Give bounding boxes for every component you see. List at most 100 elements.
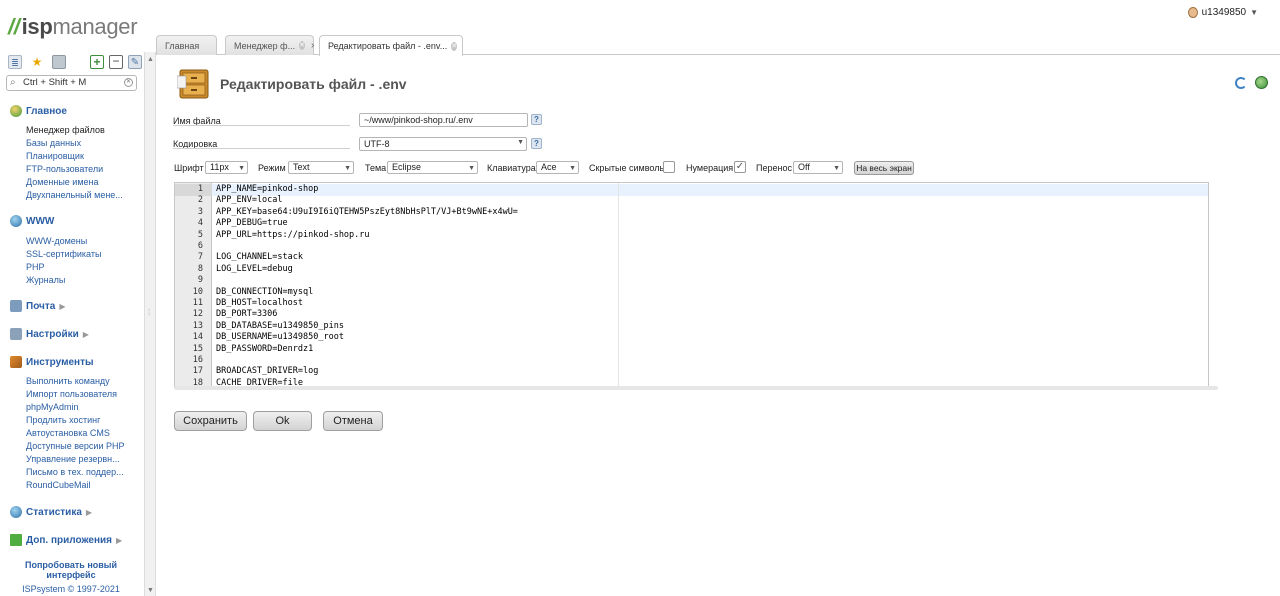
ok-button[interactable]: Ok — [253, 411, 312, 431]
font-label: Шрифт — [174, 163, 204, 173]
code-line[interactable]: APP_DEBUG=true — [216, 218, 288, 228]
code-line[interactable]: LOG_LEVEL=debug — [216, 264, 293, 274]
line-number: 17 — [192, 366, 203, 377]
sidebar-item-php-versions[interactable]: Доступные версии PHP — [26, 441, 125, 451]
username: u1349850 — [1201, 7, 1247, 18]
chevron-right-icon: ▶ — [82, 329, 89, 339]
page-title: Редактировать файл - .env — [220, 76, 407, 92]
sidebar-item-databases[interactable]: Базы данных — [26, 138, 81, 148]
sidebar-item-backup-management[interactable]: Управление резервн... — [26, 454, 120, 464]
close-icon[interactable]: ✕ — [451, 41, 458, 51]
code-line[interactable]: BROADCAST_DRIVER=log — [216, 366, 318, 376]
section-label: Почта — [26, 300, 56, 312]
sidebar-item-run-command[interactable]: Выполнить команду — [26, 376, 110, 386]
code-line[interactable]: APP_URL=https://pinkod-shop.ru — [216, 230, 370, 240]
chevron-down-icon: ▼ — [833, 165, 840, 172]
code-line[interactable]: APP_KEY=base64:U9uI9I6iQTEHW5PszEyt8NbHs… — [216, 207, 518, 217]
sidebar-section-extra-apps[interactable]: Доп. приложения ▶ — [10, 534, 122, 546]
sidebar-section-main[interactable]: Главное — [10, 105, 67, 117]
main-section-icon — [10, 105, 22, 117]
encoding-select[interactable]: UTF-8 ▼ — [359, 137, 527, 151]
code-editor[interactable]: 1 APP_NAME=pinkod-shop 2 APP_ENV=local 3 APP_… — [174, 182, 1209, 387]
sidebar-item-roundcubemail[interactable]: RoundCubeMail — [26, 480, 91, 490]
sidebar-item-extend-hosting[interactable]: Продлить хостинг — [26, 415, 100, 425]
user-menu[interactable]: u1349850 ▼ — [1187, 7, 1258, 18]
sidebar-section-tools[interactable]: Инструменты — [10, 356, 94, 368]
chevron-down-icon: ▼ — [238, 165, 245, 172]
menu-tree-icon[interactable]: ≣ — [8, 55, 22, 69]
sidebar-section-www[interactable]: WWW — [10, 215, 54, 227]
cancel-button[interactable]: Отмена — [323, 411, 383, 431]
collapse-all-icon[interactable]: − — [109, 55, 123, 69]
section-label: Статистика — [26, 506, 82, 518]
keyboard-select[interactable]: Ace ▼ — [536, 161, 579, 174]
expand-all-icon[interactable]: + — [90, 55, 104, 69]
editor-horizontal-scrollbar[interactable] — [174, 386, 1218, 390]
arrow-up-icon[interactable]: ▲ — [147, 56, 154, 63]
mode-label: Режим — [258, 163, 286, 173]
arrow-down-icon[interactable]: ▼ — [147, 587, 154, 594]
wrap-select[interactable]: Off ▼ — [793, 161, 843, 174]
code-line[interactable]: DB_PORT=3306 — [216, 309, 277, 319]
code-line[interactable]: DB_DATABASE=u1349850_pins — [216, 321, 344, 331]
pin-icon[interactable]: ✎ — [128, 55, 142, 69]
sidebar-scrollbar[interactable]: ▲ ⁞ ▼ — [144, 52, 156, 596]
theme-value: Eclipse — [392, 162, 422, 172]
sidebar-item-php[interactable]: PHP — [26, 262, 45, 272]
mode-select[interactable]: Text ▼ — [288, 161, 354, 174]
code-line[interactable]: APP_ENV=local — [216, 195, 283, 205]
sidebar-item-www-domains[interactable]: WWW-домены — [26, 236, 87, 246]
current-line-highlight — [175, 184, 1208, 196]
sidebar-item-scheduler[interactable]: Планировщик — [26, 151, 84, 161]
code-line[interactable]: DB_PASSWORD=Denrdz1 — [216, 344, 313, 354]
tab-file-manager[interactable]: Менеджер ф... ✕ — [225, 35, 314, 55]
line-number: 12 — [192, 309, 203, 320]
sidebar-item-ssl-certificates[interactable]: SSL-сертификаты — [26, 249, 101, 259]
globe-help-icon[interactable] — [1255, 76, 1268, 89]
star-icon[interactable]: ★ — [30, 55, 44, 69]
code-line[interactable]: DB_CONNECTION=mysql — [216, 287, 313, 297]
try-new-interface-link[interactable]: Попробовать новый интерфейс — [6, 560, 136, 580]
hidden-symbols-checkbox[interactable] — [663, 161, 675, 173]
code-line[interactable]: APP_NAME=pinkod-shop — [216, 184, 318, 194]
help-icon[interactable]: ? — [531, 114, 542, 125]
sidebar-item-dual-panel-manager[interactable]: Двухпанельный мене... — [26, 190, 123, 200]
numbering-checkbox[interactable]: ✓ — [734, 161, 746, 173]
sidebar-section-mail[interactable]: Почта ▶ — [10, 300, 65, 312]
copyright-link[interactable]: ISPsystem © 1997-2021 — [8, 584, 134, 594]
sidebar-item-domain-names[interactable]: Доменные имена — [26, 177, 99, 187]
tab-label: Главная — [165, 40, 200, 51]
theme-select[interactable]: Eclipse ▼ — [387, 161, 478, 174]
ispmanager-logo[interactable]: //ispmanager — [8, 14, 138, 40]
sidebar-section-statistics[interactable]: Статистика ▶ — [10, 506, 92, 518]
briefcase-icon[interactable] — [52, 55, 66, 69]
line-number: 10 — [192, 286, 203, 297]
fullscreen-button[interactable]: На весь экран — [854, 161, 914, 175]
sidebar-item-support-letter[interactable]: Письмо в тех. поддер... — [26, 467, 124, 477]
code-line[interactable]: DB_USERNAME=u1349850_root — [216, 332, 344, 342]
tab-edit-file[interactable]: Редактировать файл - .env... ✕ — [319, 35, 463, 56]
mail-icon — [10, 300, 22, 312]
sidebar-item-file-manager[interactable]: Менеджер файлов — [26, 125, 105, 135]
code-line[interactable]: DB_HOST=localhost — [216, 298, 303, 308]
encoding-value: UTF-8 — [364, 139, 390, 149]
refresh-icon[interactable] — [1235, 77, 1247, 89]
search-input[interactable]: ⌕ Ctrl + Shift + M ✕ — [6, 75, 137, 91]
code-line[interactable]: LOG_CHANNEL=stack — [216, 252, 303, 262]
resize-grip-icon[interactable]: ⁞ — [148, 308, 150, 317]
sidebar-item-phpmyadmin[interactable]: phpMyAdmin — [26, 402, 79, 412]
clear-icon[interactable]: ✕ — [124, 78, 133, 87]
close-icon[interactable]: ✕ — [299, 41, 305, 50]
save-button[interactable]: Сохранить — [174, 411, 247, 431]
sidebar-item-logs[interactable]: Журналы — [26, 275, 65, 285]
sidebar-item-cms-autoinstall[interactable]: Автоустановка CMS — [26, 428, 110, 438]
sidebar-item-ftp-users[interactable]: FTP-пользователи — [26, 164, 103, 174]
encoding-underline — [173, 148, 350, 149]
chevron-down-icon: ▼ — [569, 165, 576, 172]
sidebar-item-import-user[interactable]: Импорт пользователя — [26, 389, 117, 399]
font-select[interactable]: 11px ▼ — [205, 161, 248, 174]
sidebar-section-settings[interactable]: Настройки ▶ — [10, 328, 89, 340]
filename-input[interactable]: ~/www/pinkod-shop.ru/.env — [359, 113, 528, 127]
help-icon[interactable]: ? — [531, 138, 542, 149]
tab-home[interactable]: Главная — [156, 35, 217, 55]
